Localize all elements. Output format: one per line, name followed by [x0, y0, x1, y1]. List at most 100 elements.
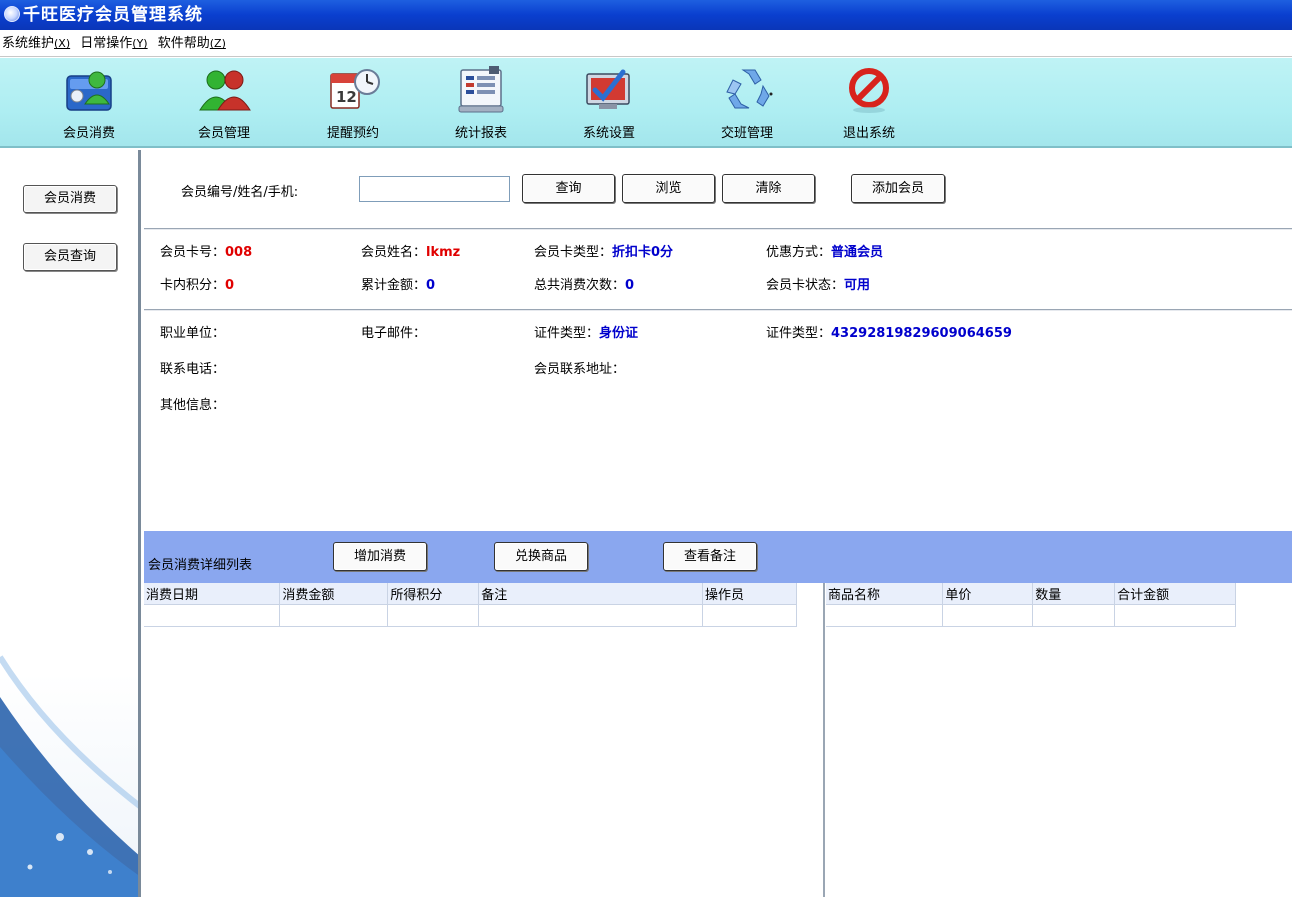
menu-accelerator: (Y)	[132, 37, 148, 50]
menu-accelerator: (Z)	[209, 37, 226, 50]
svg-text:12: 12	[336, 88, 357, 106]
menu-label: 日常操作	[80, 36, 133, 51]
member-manage-icon	[196, 64, 252, 116]
id-type-field: 证件类型：身份证	[534, 322, 638, 341]
points-label: 卡内积分：	[160, 278, 226, 293]
app-icon	[4, 6, 20, 22]
add-member-button[interactable]: 添加会员	[851, 174, 945, 203]
exit-icon	[841, 64, 897, 116]
card-type-value: 折扣卡0分	[612, 245, 674, 260]
col-amount[interactable]: 消费金额	[279, 583, 389, 605]
table-header-row: 消费日期 消费金额 所得积分 备注 操作员	[144, 583, 797, 605]
consume-table: 消费日期 消费金额 所得积分 备注 操作员	[144, 583, 797, 627]
col-unit-price[interactable]: 单价	[942, 583, 1034, 605]
total-label: 累计金额：	[361, 278, 427, 293]
menu-software-help[interactable]: 软件帮助(Z)	[158, 36, 226, 51]
col-points[interactable]: 所得积分	[387, 583, 480, 605]
count-label: 总共消费次数：	[534, 278, 626, 293]
clear-button[interactable]: 清除	[722, 174, 815, 203]
col-quantity[interactable]: 数量	[1032, 583, 1116, 605]
side-member-consume-button[interactable]: 会员消费	[23, 185, 117, 213]
search-label: 会员编号/姓名/手机:	[181, 185, 299, 200]
card-type-field: 会员卡类型：折扣卡0分	[534, 241, 673, 260]
side-member-query-button[interactable]: 会员查询	[23, 243, 117, 271]
decorative-swoosh	[0, 655, 138, 897]
col-goods-name[interactable]: 商品名称	[826, 583, 944, 605]
menu-label: 软件帮助	[157, 36, 210, 51]
id-no-field: 证件类型：432928198296090646​59	[766, 322, 1012, 341]
toolbar: 会员消费 会员管理 12 提醒预约 统计报表 系统设置 交班管理 退出系统	[0, 58, 1292, 148]
goods-table: 商品名称 单价 数量 合计金额	[826, 583, 1236, 627]
name-label: 会员姓名：	[361, 245, 427, 260]
toolbar-label: 退出系统	[842, 126, 895, 141]
menu-bar: 系统维护(X) 日常操作(Y) 软件帮助(Z)	[0, 30, 1292, 57]
toolbar-reminder[interactable]: 12 提醒预约	[316, 64, 390, 144]
title-bar: 千旺医疗会员管理系统	[0, 0, 1292, 30]
col-remark[interactable]: 备注	[478, 583, 704, 605]
table-header-row: 商品名称 单价 数量 合计金额	[826, 583, 1236, 605]
settings-icon	[581, 64, 637, 116]
status-field: 会员卡状态：可用	[766, 274, 870, 293]
menu-accelerator: (X)	[54, 37, 71, 50]
table-row[interactable]	[144, 604, 797, 627]
consume-toolbar-band: 会员消费详细列表 增加消费 兑换商品 查看备注	[144, 531, 1292, 583]
toolbar-label: 会员消费	[62, 126, 115, 141]
table-row[interactable]	[826, 604, 1236, 627]
total-value: 0	[426, 278, 436, 293]
address-label: 会员联系地址：	[534, 362, 626, 377]
card-no-label: 会员卡号：	[160, 245, 226, 260]
name-value: lkmz	[426, 245, 461, 260]
view-remark-button[interactable]: 查看备注	[663, 542, 757, 571]
discount-label: 优惠方式：	[766, 245, 832, 260]
toolbar-label: 提醒预约	[326, 126, 379, 141]
status-label: 会员卡状态：	[766, 278, 845, 293]
toolbar-member-consume[interactable]: 会员消费	[52, 64, 126, 144]
col-operator[interactable]: 操作员	[702, 583, 797, 605]
col-subtotal[interactable]: 合计金额	[1114, 583, 1236, 605]
card-no-value: 008	[225, 245, 253, 260]
other-label: 其他信息：	[160, 398, 226, 413]
recycle-icon	[719, 64, 775, 116]
exchange-goods-button[interactable]: 兑换商品	[494, 542, 588, 571]
toolbar-label: 统计报表	[454, 126, 507, 141]
discount-field: 优惠方式：普通会员	[766, 241, 883, 260]
id-type-label: 证件类型：	[534, 326, 600, 341]
id-no-value: 432928198296090646​59	[831, 326, 1012, 341]
menu-system-maintenance[interactable]: 系统维护(X)	[2, 36, 70, 51]
toolbar-report[interactable]: 统计报表	[444, 64, 518, 144]
divider	[144, 309, 1292, 311]
id-type-value: 身份证	[599, 326, 639, 341]
total-field: 累计金额：0	[361, 274, 435, 293]
add-consume-button[interactable]: 增加消费	[333, 542, 427, 571]
member-consume-icon	[61, 64, 117, 116]
divider	[144, 228, 1292, 230]
toolbar-shift[interactable]: 交班管理	[710, 64, 784, 144]
toolbar-member-manage[interactable]: 会员管理	[187, 64, 261, 144]
search-input[interactable]	[359, 176, 510, 202]
report-icon	[453, 64, 509, 116]
toolbar-exit[interactable]: 退出系统	[832, 64, 906, 144]
menu-daily-operation[interactable]: 日常操作(Y)	[80, 36, 147, 51]
points-value: 0	[225, 278, 235, 293]
card-type-label: 会员卡类型：	[534, 245, 613, 260]
col-date[interactable]: 消费日期	[144, 583, 281, 605]
name-field: 会员姓名：lkmz	[361, 241, 460, 260]
count-field: 总共消费次数：0	[534, 274, 634, 293]
discount-value: 普通会员	[831, 245, 884, 260]
vertical-divider	[823, 583, 825, 897]
toolbar-settings[interactable]: 系统设置	[572, 64, 646, 144]
left-nav-panel: 会员消费 会员查询	[0, 150, 141, 897]
id-no-label: 证件类型：	[766, 326, 832, 341]
browse-button[interactable]: 浏览	[622, 174, 715, 203]
phone-label: 联系电话：	[160, 362, 226, 377]
menu-label: 系统维护	[2, 36, 55, 51]
points-field: 卡内积分：0	[160, 274, 234, 293]
main-content: 会员编号/姓名/手机: 查询 浏览 清除 添加会员 会员卡号：008 会员姓名：…	[144, 150, 1292, 897]
org-label: 职业单位：	[160, 326, 226, 341]
consume-list-title: 会员消费详细列表	[148, 558, 253, 573]
query-button[interactable]: 查询	[522, 174, 615, 203]
card-no-field: 会员卡号：008	[160, 241, 252, 260]
toolbar-label: 系统设置	[582, 126, 635, 141]
calendar-clock-icon: 12	[325, 64, 381, 116]
window-title: 千旺医疗会员管理系统	[23, 5, 203, 25]
